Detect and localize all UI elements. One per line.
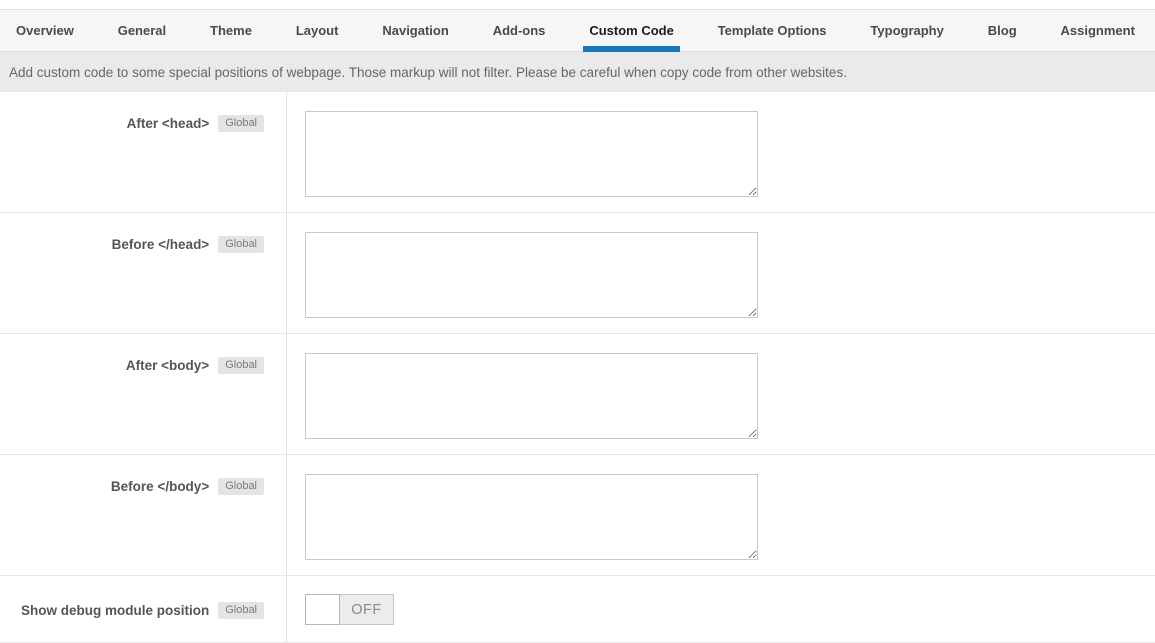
- custom-code-form: After <head> Global Before </head> Globa…: [0, 92, 1155, 643]
- before-body-textarea[interactable]: [305, 474, 758, 560]
- global-badge: Global: [218, 357, 264, 374]
- tab-add-ons[interactable]: Add-ons: [487, 10, 552, 51]
- tab-general[interactable]: General: [112, 10, 172, 51]
- tab-blog[interactable]: Blog: [982, 10, 1023, 51]
- tab-layout[interactable]: Layout: [290, 10, 345, 51]
- after-head-textarea[interactable]: [305, 111, 758, 197]
- info-bar: Add custom code to some special position…: [0, 52, 1155, 92]
- tab-typography[interactable]: Typography: [864, 10, 949, 51]
- tab-navigation[interactable]: Navigation: [376, 10, 454, 51]
- field-label-before-body: Before </body>: [111, 479, 209, 494]
- global-badge: Global: [218, 115, 264, 132]
- field-label-show-debug: Show debug module position: [21, 603, 209, 618]
- global-badge: Global: [218, 478, 264, 495]
- global-badge: Global: [218, 602, 264, 619]
- after-body-textarea[interactable]: [305, 353, 758, 439]
- tab-template-options[interactable]: Template Options: [712, 10, 833, 51]
- toggle-state-label: OFF: [340, 594, 394, 625]
- field-label-after-body: After <body>: [126, 358, 209, 373]
- field-label-before-head: Before </head>: [112, 237, 210, 252]
- before-head-textarea[interactable]: [305, 232, 758, 318]
- tab-overview[interactable]: Overview: [10, 10, 80, 51]
- field-label-after-head: After <head>: [127, 116, 210, 131]
- field-row-after-body: After <body> Global: [0, 334, 1155, 455]
- tab-custom-code[interactable]: Custom Code: [583, 10, 680, 51]
- field-row-after-head: After <head> Global: [0, 92, 1155, 213]
- global-badge: Global: [218, 236, 264, 253]
- tab-theme[interactable]: Theme: [204, 10, 258, 51]
- info-bar-text: Add custom code to some special position…: [9, 65, 847, 80]
- settings-tab-bar: Overview General Theme Layout Navigation…: [0, 9, 1155, 52]
- field-row-before-head: Before </head> Global: [0, 213, 1155, 334]
- field-row-before-body: Before </body> Global: [0, 455, 1155, 576]
- field-row-show-debug: Show debug module position Global OFF: [0, 576, 1155, 643]
- tab-assignment[interactable]: Assignment: [1055, 10, 1141, 51]
- show-debug-toggle[interactable]: OFF: [305, 594, 394, 625]
- toggle-knob[interactable]: [305, 594, 340, 625]
